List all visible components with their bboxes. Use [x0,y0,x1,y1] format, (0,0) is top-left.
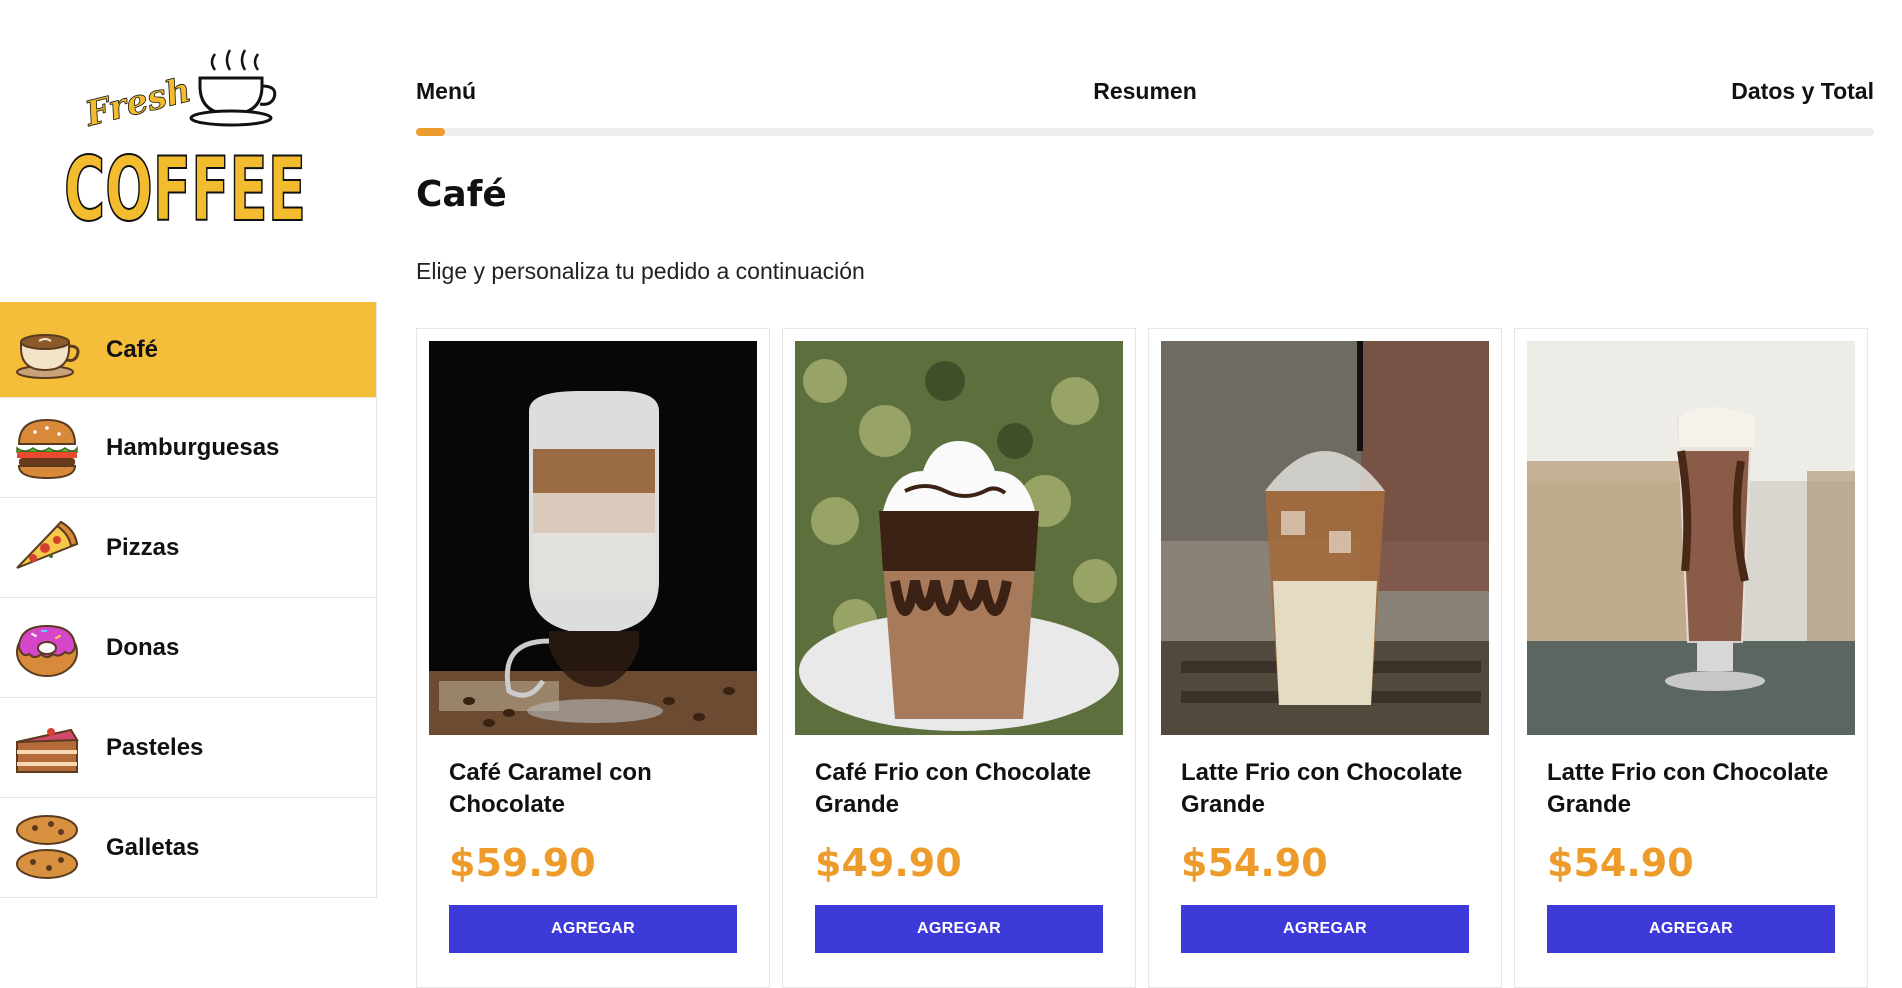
category-item-donas[interactable]: Donas [0,598,376,698]
cake-icon [10,711,84,785]
add-to-order-button[interactable]: AGREGAR [1181,905,1469,953]
logo-coffee-text: COFFEE [64,138,306,230]
progress-bar [416,128,1874,136]
coffee-cup-icon [10,313,84,387]
progress-bar-fill [416,128,446,136]
product-price: $59.90 [449,841,596,885]
add-to-order-button[interactable]: AGREGAR [815,905,1103,953]
step-resumen[interactable]: Resumen [1093,78,1197,104]
product-price: $54.90 [1181,841,1328,885]
category-item-pasteles[interactable]: Pasteles [0,698,376,798]
product-card: Café Caramel con Chocolate $59.90 AGREGA… [416,328,770,988]
product-image [1161,341,1489,735]
product-grid: Café Caramel con Chocolate $59.90 AGREGA… [416,328,1874,988]
category-label: Donas [106,633,180,661]
logo-fresh-text: Fresh [80,70,194,135]
product-image [429,341,757,735]
product-card: Café Frio con Chocolate Grande $49.90 AG… [782,328,1136,988]
product-card: Latte Frio con Chocolate Grande $54.90 A… [1148,328,1502,988]
fresh-coffee-logo: Fresh COFFEE [60,30,310,230]
category-item-galletas[interactable]: Galletas [0,798,376,898]
product-image [1527,341,1855,735]
category-item-hamburguesas[interactable]: Hamburguesas [0,398,376,498]
add-to-order-button[interactable]: AGREGAR [1547,905,1835,953]
page-subtitle: Elige y personaliza tu pedido a continua… [416,258,865,284]
product-price: $49.90 [815,841,962,885]
category-label: Pizzas [106,533,180,561]
sidebar: Fresh COFFEE Café Hamburguesas Pizzas Do… [0,0,377,962]
step-datos-total[interactable]: Datos y Total [1731,78,1874,105]
product-name: Latte Frio con Chocolate Grande [1181,759,1463,818]
product-name: Café Caramel con Chocolate [449,759,652,818]
burger-icon [10,411,84,485]
category-label: Café [106,335,159,363]
page-title: Café [416,174,507,215]
product-name: Café Frio con Chocolate Grande [815,759,1092,818]
category-item-cafe[interactable]: Café [0,302,376,398]
product-image [795,341,1123,735]
cookie-icon [10,811,84,885]
category-label: Galletas [106,833,200,861]
product-card: Latte Frio con Chocolate Grande $54.90 A… [1514,328,1868,988]
category-label: Hamburguesas [106,433,280,461]
category-item-pizzas[interactable]: Pizzas [0,498,376,598]
donut-icon [10,611,84,685]
category-list: Café Hamburguesas Pizzas Donas Pasteles [0,302,377,898]
step-menu[interactable]: Menú [416,78,476,105]
pizza-icon [10,511,84,585]
steps-nav: Menú Resumen Datos y Total [416,78,1874,108]
product-name: Latte Frio con Chocolate Grande [1547,759,1829,818]
main-content: Menú Resumen Datos y Total Café Elige y … [416,0,1874,988]
add-to-order-button[interactable]: AGREGAR [449,905,737,953]
category-label: Pasteles [106,733,204,761]
product-price: $54.90 [1547,841,1694,885]
